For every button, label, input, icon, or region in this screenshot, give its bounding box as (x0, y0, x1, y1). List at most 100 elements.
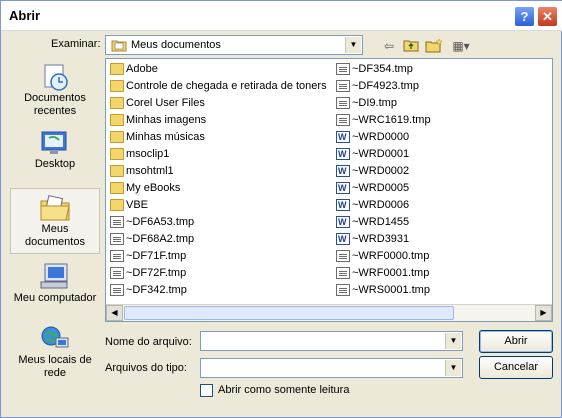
word-document-icon (336, 214, 350, 231)
file-list-item[interactable]: ~WRF0000.tmp (334, 248, 514, 265)
folder-icon (111, 40, 127, 52)
temp-file-icon (110, 267, 124, 279)
file-list-item[interactable]: ~WRD0005 (334, 180, 514, 197)
file-list-item[interactable]: ~DI9.tmp (334, 95, 514, 112)
place-my-computer[interactable]: Meu computador (10, 258, 100, 322)
file-name: ~DI9.tmp (352, 97, 397, 109)
file-list-item[interactable]: Adobe (108, 61, 332, 78)
file-name: ~DF72F.tmp (126, 267, 187, 279)
temp-file-icon (336, 267, 350, 279)
file-list-item[interactable]: ~DF68A2.tmp (108, 231, 332, 248)
back-icon[interactable]: ⇦ (380, 38, 398, 54)
folder-icon (110, 80, 124, 92)
chevron-down-icon[interactable]: ▼ (445, 333, 461, 349)
views-menu-icon[interactable]: ▦▾ (449, 38, 473, 54)
file-list-item[interactable]: ~WRD3931 (334, 231, 514, 248)
word-document-icon (336, 129, 350, 146)
close-button[interactable]: ✕ (537, 6, 558, 27)
place-my-documents[interactable]: Meus documentos (10, 188, 100, 254)
help-button[interactable]: ? (514, 6, 535, 27)
folder-icon (110, 165, 124, 177)
file-name: msohtml1 (126, 165, 174, 177)
folder-icon (110, 97, 124, 109)
file-list-item[interactable]: ~WRS0001.tmp (334, 282, 514, 299)
new-folder-icon[interactable] (425, 38, 443, 54)
filename-label: Nome do arquivo: (105, 336, 192, 348)
word-document-icon (336, 231, 350, 248)
place-network[interactable]: Meus locais de rede (10, 320, 100, 392)
file-list-item[interactable]: ~WRD0001 (334, 146, 514, 163)
file-name: ~DF71F.tmp (126, 250, 187, 262)
look-in-dropdown[interactable]: Meus documentos ▼ (105, 35, 363, 55)
title-bar: Abrir ? ✕ (1, 1, 562, 31)
file-list-item[interactable]: ~WRD0000 (334, 129, 514, 146)
scroll-left-button[interactable]: ◀ (106, 305, 123, 321)
filename-input[interactable]: ▼ (200, 331, 463, 351)
file-name: ~DF6A53.tmp (126, 216, 195, 228)
place-label: Meus locais de rede (18, 354, 92, 379)
file-list-item[interactable]: ~WRD0006 (334, 197, 514, 214)
place-label: Documentos recentes (24, 92, 86, 117)
file-name: My eBooks (126, 182, 181, 194)
file-name: Adobe (126, 63, 158, 75)
file-list-item[interactable]: ~WRD1455 (334, 214, 514, 231)
file-list-item[interactable]: msohtml1 (108, 163, 332, 180)
file-name: ~WRF0000.tmp (352, 250, 430, 262)
file-name: ~DF4923.tmp (352, 80, 419, 92)
temp-file-icon (336, 250, 350, 262)
file-list-item[interactable]: Minhas músicas (108, 129, 332, 146)
file-name: Controle de chegada e retirada de toners (126, 80, 327, 92)
filetype-label: Arquivos do tipo: (105, 362, 187, 374)
file-list-item[interactable]: msoclip1 (108, 146, 332, 163)
look-in-value: Meus documentos (131, 39, 221, 51)
temp-file-icon (110, 216, 124, 228)
file-list-item[interactable]: Controle de chegada e retirada de toners (108, 78, 332, 95)
place-recent-documents[interactable]: Documentos recentes (10, 58, 100, 122)
word-document-icon (336, 146, 350, 163)
chevron-down-icon[interactable]: ▼ (445, 360, 461, 376)
file-list-item[interactable]: My eBooks (108, 180, 332, 197)
folder-icon (110, 63, 124, 75)
up-folder-icon[interactable] (402, 38, 420, 54)
temp-file-icon (110, 250, 124, 262)
scroll-thumb[interactable] (124, 306, 454, 320)
my-documents-icon (40, 195, 70, 221)
temp-file-icon (336, 80, 350, 92)
file-name: ~WRD0000 (352, 131, 410, 143)
file-list-item[interactable]: ~DF71F.tmp (108, 248, 332, 265)
cancel-button[interactable]: Cancelar (479, 356, 553, 379)
place-desktop[interactable]: Desktop (10, 124, 100, 188)
file-name: msoclip1 (126, 148, 170, 160)
temp-file-icon (336, 284, 350, 296)
folder-icon (110, 182, 124, 194)
file-name: ~WRD3931 (352, 233, 410, 245)
file-list-item[interactable]: ~DF6A53.tmp (108, 214, 332, 231)
file-list-item[interactable]: ~WRD0002 (334, 163, 514, 180)
place-label: Desktop (34, 158, 76, 170)
readonly-checkbox[interactable] (200, 384, 213, 397)
folder-icon (110, 131, 124, 143)
file-list-item[interactable]: ~DF72F.tmp (108, 265, 332, 282)
file-list-item[interactable]: VBE (108, 197, 332, 214)
temp-file-icon (110, 284, 124, 296)
temp-file-icon (336, 63, 350, 75)
file-name: ~WRD0001 (352, 148, 410, 160)
file-list-item[interactable]: Minhas imagens (108, 112, 332, 129)
scroll-right-button[interactable]: ▶ (535, 305, 552, 321)
file-list-item[interactable]: ~DF342.tmp (108, 282, 332, 299)
file-list-item[interactable]: Corel User Files (108, 95, 332, 112)
horizontal-scrollbar[interactable]: ◀ ▶ (106, 304, 552, 321)
open-button[interactable]: Abrir (479, 330, 553, 353)
place-label: Meus documentos (25, 223, 85, 248)
file-name: Corel User Files (126, 97, 205, 109)
chevron-down-icon[interactable]: ▼ (345, 37, 361, 53)
file-list-item[interactable]: ~WRF0001.tmp (334, 265, 514, 282)
file-list[interactable]: Adobe Controle de chegada e retirada de t… (105, 58, 553, 322)
file-name: ~WRC1619.tmp (352, 114, 431, 126)
filetype-dropdown[interactable]: ▼ (200, 358, 463, 378)
file-list-item[interactable]: ~DF4923.tmp (334, 78, 514, 95)
temp-file-icon (110, 233, 124, 245)
file-list-item[interactable]: ~WRC1619.tmp (334, 112, 514, 129)
file-list-item[interactable]: ~DF354.tmp (334, 61, 514, 78)
temp-file-icon (336, 97, 350, 109)
